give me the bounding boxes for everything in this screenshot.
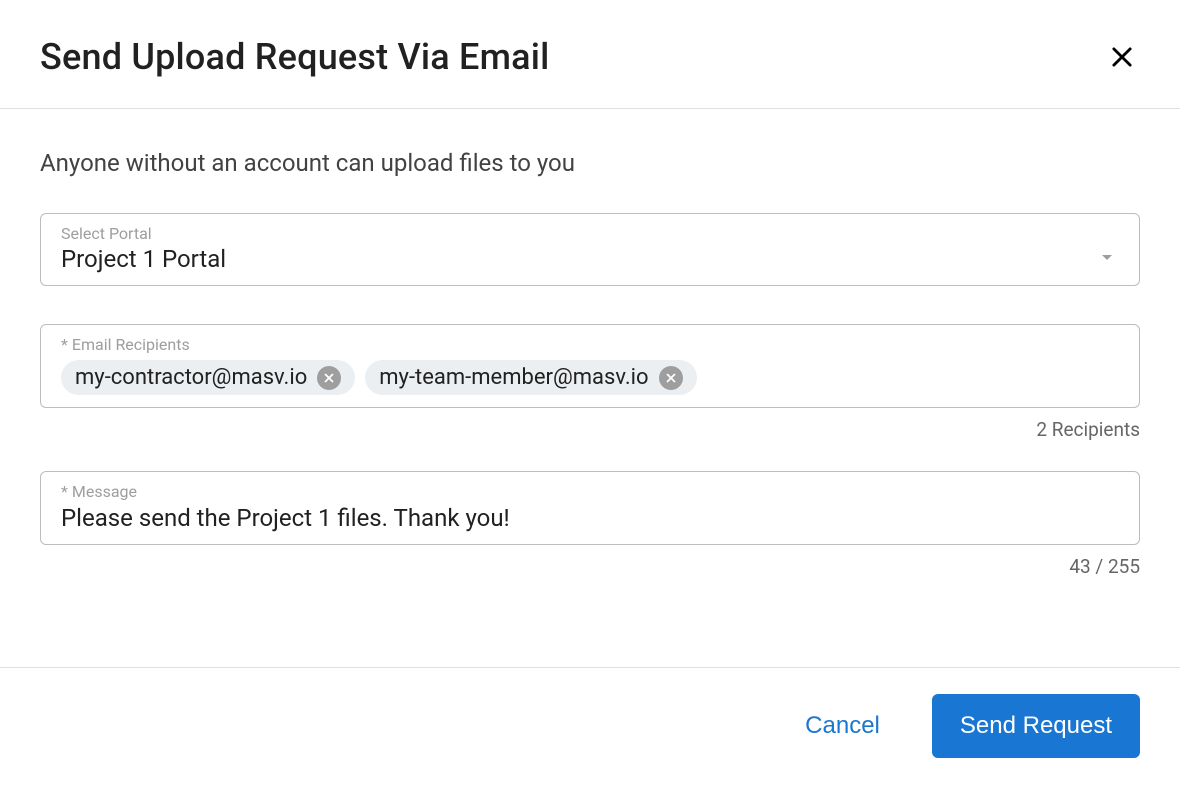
dialog-title: Send Upload Request Via Email bbox=[40, 36, 549, 78]
close-icon bbox=[322, 371, 336, 385]
remove-recipient-button[interactable] bbox=[659, 366, 683, 390]
recipients-count: 2 Recipients bbox=[40, 418, 1140, 441]
portal-label: Select Portal bbox=[61, 224, 1119, 243]
dialog-footer: Cancel Send Request bbox=[0, 668, 1180, 788]
recipients-field[interactable]: * Email Recipients my-contractor@masv.io bbox=[40, 324, 1140, 408]
send-request-button[interactable]: Send Request bbox=[932, 694, 1140, 758]
recipient-chip-label: my-team-member@masv.io bbox=[379, 365, 648, 390]
message-label: * Message bbox=[61, 482, 1119, 501]
upload-request-dialog: Send Upload Request Via Email Anyone wit… bbox=[0, 0, 1180, 788]
message-field[interactable]: * Message Please send the Project 1 file… bbox=[40, 471, 1140, 544]
recipient-chip-label: my-contractor@masv.io bbox=[75, 365, 307, 390]
recipient-chip: my-contractor@masv.io bbox=[61, 360, 355, 395]
message-value: Please send the Project 1 files. Thank y… bbox=[61, 504, 1119, 532]
recipient-chip: my-team-member@masv.io bbox=[365, 360, 696, 395]
portal-value: Project 1 Portal bbox=[61, 245, 226, 273]
dialog-body: Anyone without an account can upload fil… bbox=[0, 109, 1180, 667]
remove-recipient-button[interactable] bbox=[317, 366, 341, 390]
close-icon bbox=[1108, 43, 1136, 71]
message-counter: 43 / 255 bbox=[40, 555, 1140, 578]
recipients-label: * Email Recipients bbox=[61, 335, 1119, 354]
cancel-button[interactable]: Cancel bbox=[797, 708, 888, 744]
portal-select[interactable]: Select Portal Project 1 Portal bbox=[40, 213, 1140, 286]
close-button[interactable] bbox=[1104, 39, 1140, 75]
chevron-down-icon bbox=[1095, 245, 1119, 273]
dialog-header: Send Upload Request Via Email bbox=[0, 0, 1180, 108]
dialog-subtitle: Anyone without an account can upload fil… bbox=[40, 149, 1140, 177]
close-icon bbox=[664, 371, 678, 385]
